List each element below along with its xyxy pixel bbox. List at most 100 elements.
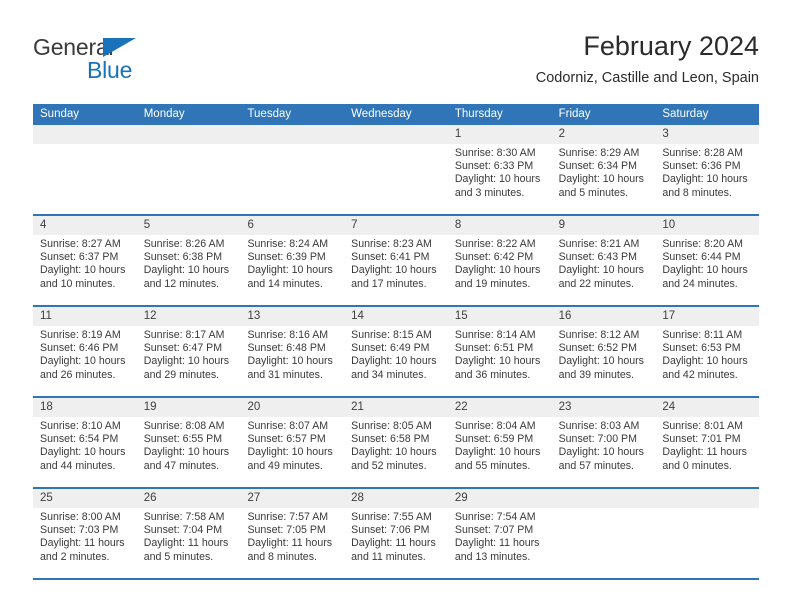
day-cell[interactable]: Sunrise: 8:17 AM Sunset: 6:47 PM Daylight:… — [137, 326, 241, 396]
day-cell[interactable]: Sunrise: 8:05 AM Sunset: 6:58 PM Daylight:… — [344, 417, 448, 487]
day-detail-row: Sunrise: 8:27 AM Sunset: 6:37 PM Daylight:… — [33, 235, 759, 305]
day-number[interactable]: 18 — [33, 398, 137, 417]
page-header: General Blue February 2024 Codorniz, Cas… — [33, 30, 759, 98]
day-number[interactable]: 12 — [137, 307, 241, 326]
day-detail-line: Sunset: 7:01 PM — [662, 433, 741, 446]
day-number[interactable]: 9 — [552, 216, 656, 235]
day-detail-line: Sunrise: 8:19 AM — [40, 329, 121, 341]
day-number[interactable]: 20 — [240, 398, 344, 417]
day-cell[interactable]: Sunrise: 8:26 AM Sunset: 6:38 PM Daylight:… — [137, 235, 241, 305]
day-number-row: 123 — [33, 125, 759, 144]
day-cell[interactable]: Sunrise: 8:21 AM Sunset: 6:43 PM Daylight:… — [552, 235, 656, 305]
day-number[interactable]: 11 — [33, 307, 137, 326]
day-number[interactable]: 8 — [448, 216, 552, 235]
day-detail-line: and 3 minutes. — [454, 186, 525, 199]
day-cell[interactable]: Sunrise: 8:12 AM Sunset: 6:52 PM Daylight:… — [552, 326, 656, 396]
day-detail-line: and 55 minutes. — [454, 459, 531, 472]
day-cell[interactable]: Sunrise: 7:54 AM Sunset: 7:07 PM Daylight:… — [448, 508, 552, 578]
day-number[interactable]: 14 — [344, 307, 448, 326]
day-number[interactable]: 16 — [552, 307, 656, 326]
day-detail-line: Daylight: 11 hours — [40, 537, 125, 550]
day-cell[interactable]: Sunrise: 8:07 AM Sunset: 6:57 PM Daylight:… — [240, 417, 344, 487]
day-number[interactable]: 26 — [137, 489, 241, 508]
day-number[interactable]: 29 — [448, 489, 552, 508]
day-cell[interactable]: Sunrise: 8:15 AM Sunset: 6:49 PM Daylight:… — [344, 326, 448, 396]
day-number-empty — [137, 125, 241, 144]
day-number[interactable]: 19 — [137, 398, 241, 417]
day-number[interactable]: 1 — [448, 125, 552, 144]
day-cell-empty — [344, 144, 448, 214]
day-detail-line: Daylight: 11 hours — [662, 446, 747, 459]
day-cell[interactable]: Sunrise: 8:19 AM Sunset: 6:46 PM Daylight:… — [33, 326, 137, 396]
day-number[interactable]: 6 — [240, 216, 344, 235]
calendar-week-row: 1 2 3 Sunrise: 8:30 AM Sunset: 6:33 PM Daylig… — [33, 125, 759, 216]
day-cell[interactable]: Sunrise: 8:22 AM Sunset: 6:42 PM Daylight:… — [448, 235, 552, 305]
day-detail-line: Sunrise: 8:11 AM — [662, 329, 743, 341]
day-detail-line: Daylight: 10 hours — [454, 446, 541, 459]
day-number[interactable]: 23 — [552, 398, 656, 417]
day-detail-line: Sunset: 6:41 PM — [351, 251, 430, 264]
day-cell[interactable]: Sunrise: 7:58 AM Sunset: 7:04 PM Daylight:… — [137, 508, 241, 578]
day-cell[interactable]: Sunrise: 7:57 AM Sunset: 7:05 PM Daylight:… — [240, 508, 344, 578]
day-cell[interactable]: Sunrise: 7:55 AM Sunset: 7:06 PM Daylight:… — [344, 508, 448, 578]
day-cell[interactable]: Sunrise: 8:11 AM Sunset: 6:53 PM Daylight:… — [655, 326, 759, 396]
day-detail-line: Daylight: 10 hours — [662, 355, 748, 368]
day-detail-line: Sunset: 6:58 PM — [351, 433, 430, 446]
day-number[interactable]: 4 — [33, 216, 137, 235]
day-detail-line: Sunrise: 7:54 AM — [454, 511, 536, 523]
page-title: February 2024 — [583, 31, 759, 61]
day-number[interactable]: 10 — [655, 216, 759, 235]
day-number[interactable]: 3 — [655, 125, 759, 144]
day-number[interactable]: 15 — [448, 307, 552, 326]
calendar-week-row: 25 26 27 28 29 Sunrise: 8:00 AM Sunset: 7:03 P… — [33, 489, 759, 580]
calendar-page: General Blue February 2024 Codorniz, Cas… — [0, 0, 792, 612]
day-detail-line: Sunrise: 8:01 AM — [662, 420, 743, 432]
day-number-empty — [344, 125, 448, 144]
day-detail-line: Sunset: 6:36 PM — [662, 160, 741, 173]
weekday-header-friday: Friday — [558, 108, 591, 120]
day-detail-line: Sunset: 7:05 PM — [247, 524, 326, 537]
day-detail-line: Sunset: 6:33 PM — [454, 160, 534, 173]
day-detail-line: Sunset: 7:04 PM — [143, 524, 223, 537]
day-cell[interactable]: Sunrise: 8:16 AM Sunset: 6:48 PM Daylight:… — [240, 326, 344, 396]
day-detail-line: and 11 minutes. — [351, 550, 426, 563]
day-cell[interactable]: Sunrise: 8:03 AM Sunset: 7:00 PM Daylight:… — [552, 417, 656, 487]
day-number[interactable]: 27 — [240, 489, 344, 508]
weekday-header-thursday: Thursday — [454, 108, 503, 120]
day-number[interactable]: 21 — [344, 398, 448, 417]
day-number[interactable]: 13 — [240, 307, 344, 326]
day-detail-line: Daylight: 10 hours — [247, 355, 333, 368]
day-cell[interactable]: Sunrise: 8:08 AM Sunset: 6:55 PM Daylight:… — [137, 417, 241, 487]
day-detail-line: Sunrise: 8:05 AM — [351, 420, 432, 432]
day-number[interactable]: 24 — [655, 398, 759, 417]
day-cell[interactable]: Sunrise: 8:01 AM Sunset: 7:01 PM Daylight:… — [655, 417, 759, 487]
day-number[interactable]: 25 — [33, 489, 137, 508]
day-number[interactable]: 2 — [552, 125, 656, 144]
day-number[interactable]: 17 — [655, 307, 759, 326]
day-cell[interactable]: Sunrise: 8:10 AM Sunset: 6:54 PM Daylight:… — [33, 417, 137, 487]
day-number[interactable]: 7 — [344, 216, 448, 235]
day-detail-line: Sunrise: 8:12 AM — [558, 329, 640, 341]
day-detail-line: and 22 minutes. — [558, 277, 634, 290]
day-detail-line: Sunrise: 8:29 AM — [558, 147, 640, 159]
day-cell[interactable]: Sunrise: 8:23 AM Sunset: 6:41 PM Daylight:… — [344, 235, 448, 305]
day-detail-line: Sunrise: 7:57 AM — [247, 511, 329, 523]
day-detail-line: and 44 minutes. — [40, 459, 116, 472]
weekday-header-tuesday: Tuesday — [247, 108, 292, 120]
day-cell[interactable]: Sunrise: 8:27 AM Sunset: 6:37 PM Daylight:… — [33, 235, 137, 305]
day-detail-line: Sunset: 7:03 PM — [40, 524, 119, 537]
day-detail-line: and 14 minutes. — [247, 277, 323, 290]
day-cell[interactable]: Sunrise: 8:24 AM Sunset: 6:39 PM Daylight:… — [240, 235, 344, 305]
day-cell[interactable]: Sunrise: 8:30 AM Sunset: 6:33 PM Daylight:… — [448, 144, 552, 214]
day-cell[interactable]: Sunrise: 8:00 AM Sunset: 7:03 PM Daylight:… — [33, 508, 137, 578]
day-cell[interactable]: Sunrise: 8:20 AM Sunset: 6:44 PM Daylight:… — [655, 235, 759, 305]
day-cell[interactable]: Sunrise: 8:14 AM Sunset: 6:51 PM Daylight:… — [448, 326, 552, 396]
day-number[interactable]: 22 — [448, 398, 552, 417]
day-cell[interactable]: Sunrise: 8:29 AM Sunset: 6:34 PM Daylight:… — [552, 144, 656, 214]
day-detail-line: Daylight: 10 hours — [40, 446, 126, 459]
weekday-header-monday: Monday — [143, 108, 185, 120]
day-cell[interactable]: Sunrise: 8:28 AM Sunset: 6:36 PM Daylight:… — [655, 144, 759, 214]
day-number[interactable]: 28 — [344, 489, 448, 508]
day-number[interactable]: 5 — [137, 216, 241, 235]
day-cell[interactable]: Sunrise: 8:04 AM Sunset: 6:59 PM Daylight:… — [448, 417, 552, 487]
